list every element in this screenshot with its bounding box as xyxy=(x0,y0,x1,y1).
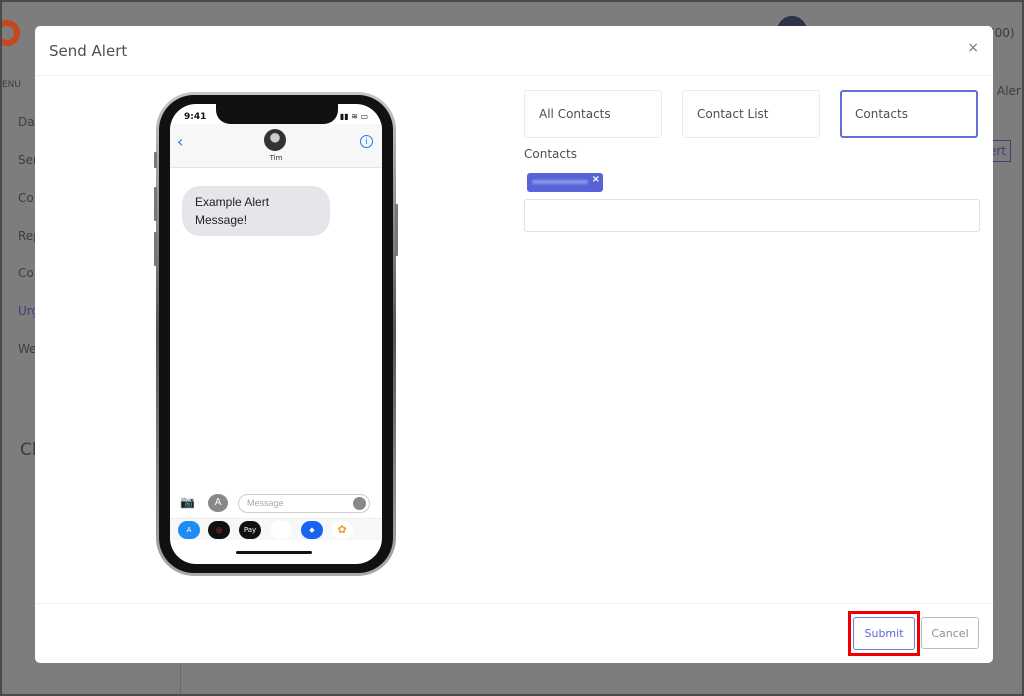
contacts-input[interactable] xyxy=(524,199,980,232)
phone-button xyxy=(395,204,398,256)
close-icon[interactable]: × xyxy=(967,40,979,56)
cancel-button[interactable]: Cancel xyxy=(921,617,979,649)
back-icon: ‹ xyxy=(177,132,184,151)
modal-footer xyxy=(35,603,993,604)
tab-contacts[interactable]: Contacts xyxy=(840,90,978,138)
app-store-icon: A xyxy=(178,521,200,539)
apple-pay-icon: Pay xyxy=(239,521,261,539)
phone-button xyxy=(154,152,157,168)
phone-button xyxy=(154,232,157,266)
microphone-icon xyxy=(353,497,366,510)
tab-all-contacts[interactable]: All Contacts xyxy=(524,90,662,138)
camera-icon: 📷 xyxy=(180,495,195,509)
phone-screen: 9:41 ▮▮ ≋ ▭ ‹ Tim i Example Alert Messag… xyxy=(170,104,382,564)
menu-label: ENU xyxy=(2,80,22,90)
sidebar-item-contacts[interactable]: Co xyxy=(18,191,34,205)
animoji-icon: 🐵 xyxy=(270,521,292,539)
status-icons: ▮▮ ≋ ▭ xyxy=(339,112,368,121)
remove-chip-icon[interactable]: × xyxy=(592,174,600,185)
conversation-header: ‹ Tim i xyxy=(170,124,382,168)
message-input-bar: 📷 A Message xyxy=(170,494,382,516)
tab-contact-list[interactable]: Contact List xyxy=(682,90,820,138)
contact-avatar xyxy=(264,129,286,151)
modal-header: Send Alert × xyxy=(35,26,993,76)
app-store-icon: A xyxy=(208,494,228,512)
phone-button xyxy=(154,187,157,221)
info-icon: i xyxy=(360,135,373,148)
contact-chip: × xyxy=(527,173,603,192)
message-placeholder: Message xyxy=(247,498,284,508)
dropbox-icon: ◆ xyxy=(301,521,323,539)
message-bubble: Example Alert Message! xyxy=(182,186,330,236)
photos-icon: ✿ xyxy=(331,521,353,539)
logo xyxy=(2,20,20,46)
submit-button[interactable]: Submit xyxy=(853,617,915,650)
activity-icon: ◎ xyxy=(208,521,230,539)
message-input: Message xyxy=(238,494,370,513)
home-indicator xyxy=(236,551,312,554)
contact-name: Tim xyxy=(269,154,283,162)
modal-title: Send Alert xyxy=(49,42,128,60)
contact-chip-blurred-name xyxy=(532,180,588,184)
status-time: 9:41 xyxy=(184,112,207,122)
sidebar-item-web[interactable]: We xyxy=(18,342,37,356)
phone-preview: 9:41 ▮▮ ≋ ▭ ‹ Tim i Example Alert Messag… xyxy=(154,92,398,576)
sidebar-item-co[interactable]: Co xyxy=(18,266,34,280)
contacts-label: Contacts xyxy=(524,147,577,161)
app-drawer: A ◎ Pay 🐵 ◆ ✿ xyxy=(170,518,382,540)
send-alert-modal: Send Alert × 9:41 ▮▮ ≋ ▭ ‹ Tim i Example… xyxy=(35,26,993,663)
page-title: Aler xyxy=(997,84,1021,98)
phone-notch xyxy=(216,104,338,124)
